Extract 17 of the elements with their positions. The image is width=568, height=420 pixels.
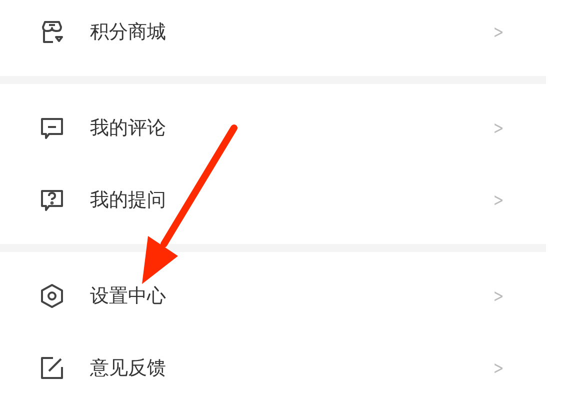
- menu-label: 积分商城: [90, 20, 167, 45]
- edit-icon: [38, 354, 66, 382]
- menu-label: 设置中心: [90, 284, 167, 309]
- menu-item[interactable]: 意见反馈 >: [0, 332, 546, 404]
- menu-label: 意见反馈: [90, 356, 167, 381]
- menu-item[interactable]: 设置中心 >: [0, 260, 546, 332]
- menu-item[interactable]: 积分商城 >: [0, 0, 546, 68]
- chevron-icon: >: [493, 358, 504, 378]
- menu-item[interactable]: 我的评论 >: [0, 92, 546, 164]
- chevron-icon: >: [493, 22, 504, 42]
- menu-label: 我的提问: [90, 188, 167, 213]
- menu-label: 我的评论: [90, 116, 167, 141]
- chevron-icon: >: [493, 118, 504, 138]
- menu-item[interactable]: 我的提问 >: [0, 164, 546, 236]
- chevron-icon: >: [493, 286, 504, 306]
- settings-icon: [38, 282, 66, 310]
- chevron-icon: >: [493, 190, 504, 210]
